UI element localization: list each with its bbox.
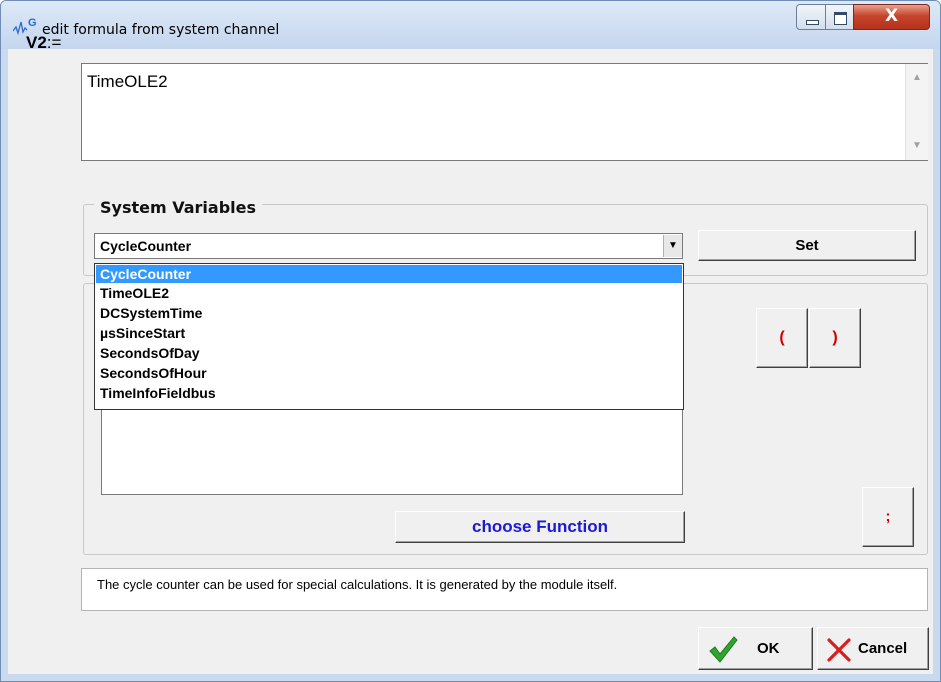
dropdown-option-secondsofhour[interactable]: SecondsOfHour	[96, 364, 682, 382]
window-title: edit formula from system channel	[42, 22, 280, 38]
dropdown-option-dcsystemtime[interactable]: DCSystemTime	[96, 304, 682, 322]
formula-label: V2:=	[26, 33, 61, 53]
dropdown-option-timeole2[interactable]: TimeOLE2	[96, 284, 682, 302]
scroll-up-icon[interactable]: ▲	[912, 72, 922, 83]
maximize-icon	[834, 12, 847, 25]
system-variable-dropdown[interactable]: CycleCounter TimeOLE2 DCSystemTime µsSin…	[94, 263, 684, 410]
set-button[interactable]: Set	[698, 230, 916, 261]
dropdown-option-timeinfofieldbus[interactable]: TimeInfoFieldbus	[96, 384, 682, 402]
dropdown-option-secondsofday[interactable]: SecondsOfDay	[96, 344, 682, 362]
formula-scrollbar[interactable]: ▲ ▼	[905, 64, 928, 160]
ok-label: OK	[757, 640, 780, 657]
semicolon-button[interactable]: ;	[862, 487, 914, 547]
description-text: The cycle counter can be used for specia…	[97, 577, 618, 592]
dropdown-option-ussincestart[interactable]: µsSinceStart	[96, 324, 682, 342]
minimize-icon	[806, 20, 819, 25]
scroll-down-icon[interactable]: ▼	[912, 140, 922, 151]
formula-label-assign: :=	[46, 33, 62, 52]
title-bar[interactable]: G edit formula from system channel X	[1, 1, 940, 49]
close-button[interactable]: X	[853, 4, 930, 30]
close-paren-button[interactable]: )	[809, 308, 861, 368]
dropdown-option-cyclecounter[interactable]: CycleCounter	[96, 265, 682, 283]
red-x-icon	[827, 638, 851, 662]
svg-text:G: G	[28, 17, 37, 29]
dialog-window: G edit formula from system channel X V2:…	[0, 0, 941, 682]
function-list[interactable]	[101, 409, 683, 495]
system-variables-legend: System Variables	[94, 198, 263, 217]
cancel-label: Cancel	[858, 640, 908, 657]
dropdown-arrow-icon[interactable]: ▼	[663, 235, 682, 257]
formula-editor[interactable]	[81, 63, 928, 161]
formula-text: TimeOLE2	[87, 72, 168, 91]
minimize-button[interactable]	[796, 4, 826, 30]
formula-label-name: V2	[26, 33, 47, 52]
open-paren-button[interactable]: (	[756, 308, 808, 368]
cancel-button[interactable]: Cancel	[817, 627, 929, 670]
ok-button[interactable]: OK	[698, 627, 813, 670]
green-check-icon	[709, 636, 738, 663]
system-variable-selected[interactable]: CycleCounter	[100, 238, 191, 254]
choose-function-button[interactable]: choose Function	[395, 511, 685, 543]
close-icon: X	[884, 6, 899, 26]
maximize-button[interactable]	[825, 4, 854, 30]
